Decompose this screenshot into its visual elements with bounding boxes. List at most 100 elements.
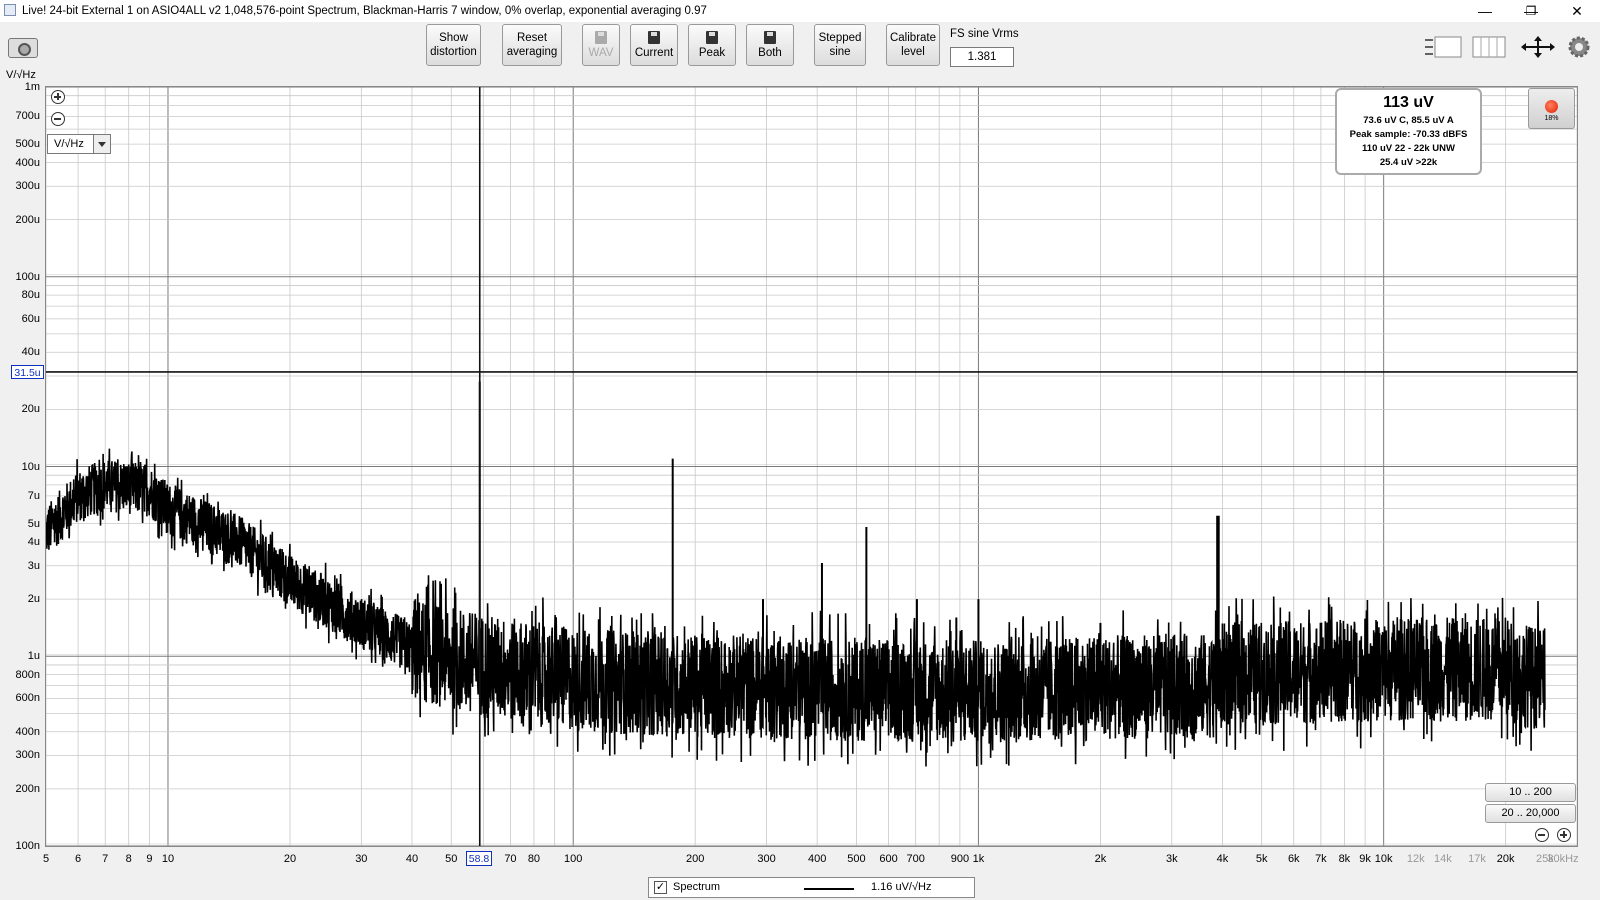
wav-label: WAV bbox=[588, 46, 614, 59]
legend-line-swatch bbox=[804, 888, 854, 890]
x-tick-label: 40 bbox=[405, 853, 419, 865]
x-tick-label: 10 bbox=[161, 853, 175, 865]
x-tick-label: 900 bbox=[950, 853, 970, 865]
spectrum-chart[interactable] bbox=[46, 87, 1577, 846]
unweighted-level: 110 uV 22 - 22k UNW bbox=[1362, 143, 1455, 154]
camera-icon[interactable] bbox=[8, 38, 38, 58]
y-tick-label: 1m bbox=[24, 81, 40, 93]
fs-sine-input[interactable] bbox=[950, 47, 1014, 67]
zoom-out-y-icon[interactable] bbox=[51, 112, 65, 126]
y-tick-label: 300n bbox=[15, 749, 40, 762]
peak-sample: Peak sample: -70.33 dBFS bbox=[1349, 129, 1468, 140]
peak-label: Peak bbox=[698, 46, 726, 59]
close-button[interactable]: ✕ bbox=[1554, 0, 1600, 22]
show-distortion-label-2: distortion bbox=[430, 46, 477, 58]
record-icon bbox=[1545, 100, 1558, 113]
both-label: Both bbox=[758, 46, 782, 59]
record-button[interactable]: 18% bbox=[1528, 88, 1575, 129]
x-tick-label: 5 bbox=[42, 853, 50, 865]
range-20-20000-button[interactable]: 20 .. 20,000 bbox=[1485, 804, 1576, 823]
x-tick-label: 400 bbox=[807, 853, 827, 865]
legend-series-name: Spectrum bbox=[673, 881, 721, 893]
y-tick-label: 400u bbox=[15, 156, 40, 169]
zoom-out-x-icon[interactable] bbox=[1535, 828, 1549, 842]
x-tick-label: 20k bbox=[1496, 853, 1515, 865]
save-icon bbox=[764, 30, 776, 44]
fit-arrows-icon[interactable] bbox=[1519, 34, 1557, 60]
x-tick-label: 100 bbox=[564, 853, 583, 865]
weighted-levels: 73.6 uV C, 85.5 uV A bbox=[1363, 115, 1454, 126]
x-tick-label: 17k bbox=[1468, 853, 1486, 865]
spectrum-checkbox[interactable]: ✓ bbox=[654, 881, 667, 894]
gear-icon[interactable] bbox=[1566, 34, 1592, 60]
show-distortion-button[interactable]: Show distortion bbox=[426, 24, 481, 66]
calibrate-level-button[interactable]: Calibrate level bbox=[886, 24, 940, 66]
minimize-button[interactable]: — bbox=[1462, 0, 1508, 22]
show-distortion-label-1: Show bbox=[439, 32, 468, 44]
cursor-y-readout[interactable]: 31.5u bbox=[11, 365, 44, 379]
layout-columns-icon[interactable] bbox=[1471, 34, 1507, 60]
reset-averaging-button[interactable]: Reset averaging bbox=[502, 24, 562, 66]
y-tick-label: 600n bbox=[15, 692, 40, 705]
y-tick-label: 10u bbox=[21, 460, 40, 473]
save-both-button[interactable]: Both bbox=[746, 24, 794, 66]
save-icon bbox=[648, 30, 660, 44]
zoom-in-y-icon[interactable] bbox=[51, 90, 65, 104]
stepped-sine-button[interactable]: Stepped sine bbox=[814, 24, 866, 66]
x-tick-label: 20 bbox=[283, 853, 297, 865]
wav-button[interactable]: WAV bbox=[582, 24, 620, 66]
calibrate-level-label-1: Calibrate bbox=[889, 32, 937, 44]
x-tick-label: 14k bbox=[1433, 853, 1452, 865]
save-peak-button[interactable]: Peak bbox=[688, 24, 736, 66]
y-tick-label: 700u bbox=[15, 110, 40, 123]
overall-level: 113 uV bbox=[1383, 94, 1434, 111]
above-22k-level: 25.4 uV >22k bbox=[1379, 157, 1438, 168]
x-tick-label: 3k bbox=[1165, 853, 1178, 865]
x-tick-label: 700 bbox=[906, 853, 925, 865]
y-tick-label: 80u bbox=[21, 289, 40, 302]
y-unit-label: V/√Hz bbox=[6, 69, 36, 81]
x-tick-label: 8 bbox=[125, 853, 132, 865]
x-tick-label: 9 bbox=[146, 853, 153, 865]
y-tick-label: 60u bbox=[21, 312, 40, 325]
save-icon bbox=[595, 30, 607, 44]
level-readout-panel: 113 uV 73.6 uV C, 85.5 uV A Peak sample:… bbox=[1335, 88, 1482, 175]
x-tick-label: 200 bbox=[686, 853, 705, 865]
x-tick-label: 10k bbox=[1374, 853, 1393, 865]
x-tick-label: 6 bbox=[75, 853, 82, 865]
y-tick-label: 3u bbox=[27, 559, 40, 572]
x-tick-label: 70 bbox=[504, 853, 517, 865]
x-tick-label: 2k bbox=[1094, 853, 1107, 865]
fs-sine-label: FS sine Vrms bbox=[950, 28, 1019, 40]
zoom-in-x-icon[interactable] bbox=[1557, 828, 1571, 842]
x-tick-label: 300 bbox=[757, 853, 776, 865]
y-tick-label: 100u bbox=[15, 270, 40, 283]
x-tick-label: 600 bbox=[879, 853, 898, 865]
layout-split-icon[interactable] bbox=[1423, 34, 1463, 60]
x-tick-label: 500 bbox=[847, 853, 866, 865]
save-current-button[interactable]: Current bbox=[630, 24, 678, 66]
y-tick-label: 20u bbox=[21, 403, 40, 416]
y-tick-label: 300u bbox=[15, 180, 40, 193]
spectrum-plot[interactable] bbox=[45, 86, 1578, 847]
x-tick-label: 5k bbox=[1255, 853, 1268, 865]
stepped-sine-label-2: sine bbox=[829, 46, 851, 58]
restore-button[interactable]: ❐ bbox=[1508, 0, 1554, 22]
x-tick-label: 9k bbox=[1359, 853, 1371, 865]
unit-selector[interactable]: V/√Hz bbox=[47, 134, 111, 154]
x-tick-label: 12k bbox=[1406, 853, 1425, 865]
x-tick-label: 4k bbox=[1216, 853, 1229, 865]
x-tick-label: 1k bbox=[972, 853, 985, 865]
x-tick-label: 50 bbox=[445, 853, 458, 865]
range-10-200-button[interactable]: 10 .. 200 bbox=[1485, 783, 1576, 802]
y-tick-label: 100n bbox=[15, 840, 40, 852]
chevron-down-icon[interactable] bbox=[93, 135, 110, 153]
window-title: Live! 24-bit External 1 on ASIO4ALL v2 1… bbox=[22, 5, 707, 17]
x-tick-label: 80 bbox=[527, 853, 541, 865]
y-tick-label: 500u bbox=[15, 138, 40, 151]
x-tick-label: 6k bbox=[1287, 853, 1300, 865]
unit-selector-value: V/√Hz bbox=[54, 138, 84, 150]
y-tick-label: 1u bbox=[27, 650, 40, 663]
reset-averaging-label-1: Reset bbox=[516, 32, 548, 44]
cursor-x-readout[interactable]: 58.8 bbox=[466, 851, 492, 866]
